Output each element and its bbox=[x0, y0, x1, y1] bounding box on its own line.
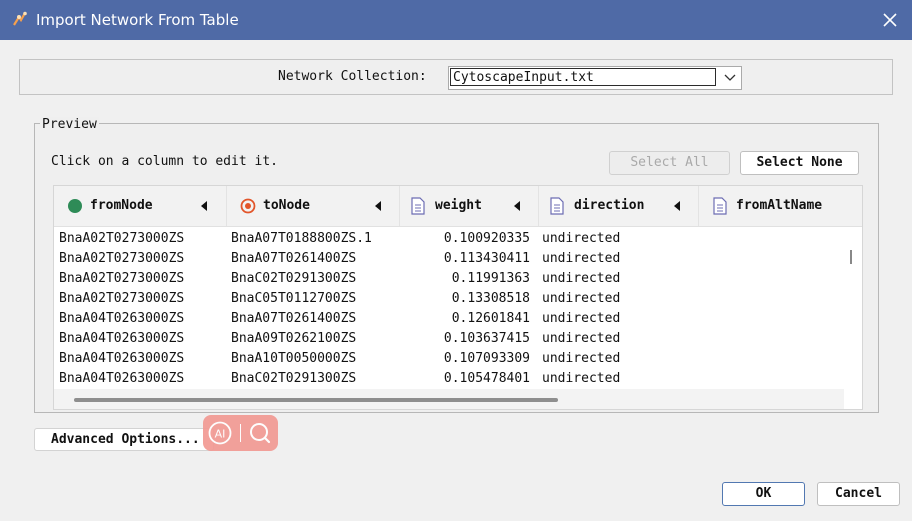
cell-fromnode: BnaA04T0263000ZS bbox=[59, 371, 185, 386]
target-node-icon bbox=[240, 198, 256, 214]
cell-weight: 0.100920335 bbox=[443, 231, 530, 246]
ai-assistant-icon[interactable]: AI bbox=[207, 420, 233, 446]
cell-tonode: BnaC05T0112700ZS bbox=[231, 291, 357, 306]
cell-tonode: BnaA07T0188800ZS.1 bbox=[231, 231, 372, 246]
cytoscape-logo-icon bbox=[13, 11, 27, 26]
cell-direction: undirected bbox=[542, 291, 621, 306]
column-header-label: toNode bbox=[263, 198, 310, 213]
select-none-button[interactable]: Select None bbox=[740, 151, 859, 175]
cell-direction: undirected bbox=[542, 251, 621, 266]
horizontal-scroll-thumb[interactable] bbox=[74, 398, 558, 402]
edge-attribute-icon bbox=[713, 197, 727, 215]
cell-weight: 0.113430411 bbox=[443, 251, 530, 266]
preview-table: fromNode toNode weight direction fromAlt… bbox=[53, 185, 863, 410]
toolbar-divider bbox=[240, 424, 241, 442]
edge-attribute-icon bbox=[411, 197, 425, 215]
cell-fromnode: BnaA02T0273000ZS bbox=[59, 231, 185, 246]
cell-direction: undirected bbox=[542, 311, 621, 326]
table-row: BnaA04T0263000ZS BnaC02T0291300ZS 0.1054… bbox=[54, 369, 844, 389]
cell-weight: 0.103637415 bbox=[443, 331, 530, 346]
cell-direction: undirected bbox=[542, 231, 621, 246]
ok-button[interactable]: OK bbox=[722, 482, 805, 506]
select-all-button[interactable]: Select All bbox=[609, 151, 730, 175]
cell-fromnode: BnaA04T0263000ZS bbox=[59, 311, 185, 326]
table-row: BnaA02T0273000ZS BnaC02T0291300ZS 0.1199… bbox=[54, 269, 844, 289]
column-header-label: fromNode bbox=[90, 198, 153, 213]
cell-direction: undirected bbox=[542, 351, 621, 366]
table-row: BnaA02T0273000ZS BnaC05T0112700ZS 0.1330… bbox=[54, 289, 844, 309]
column-header-label: weight bbox=[435, 198, 482, 213]
cell-fromnode: BnaA04T0263000ZS bbox=[59, 351, 185, 366]
table-row: BnaA04T0263000ZS BnaA09T0262100ZS 0.1036… bbox=[54, 329, 844, 349]
sort-arrow-icon[interactable] bbox=[375, 201, 381, 211]
cell-fromnode: BnaA02T0273000ZS bbox=[59, 291, 185, 306]
network-collection-value[interactable]: CytoscapeInput.txt bbox=[450, 68, 716, 86]
table-row: BnaA04T0263000ZS BnaA10T0050000ZS 0.1070… bbox=[54, 349, 844, 369]
cell-direction: undirected bbox=[542, 331, 621, 346]
cancel-button[interactable]: Cancel bbox=[817, 482, 900, 506]
cell-direction: undirected bbox=[542, 371, 621, 386]
cell-tonode: BnaA09T0262100ZS bbox=[231, 331, 357, 346]
cell-fromnode: BnaA04T0263000ZS bbox=[59, 331, 185, 346]
table-header: fromNode toNode weight direction fromAlt… bbox=[54, 186, 862, 227]
sort-arrow-icon[interactable] bbox=[674, 201, 680, 211]
column-header-weight[interactable]: weight bbox=[399, 186, 539, 226]
cell-tonode: BnaC02T0291300ZS bbox=[231, 371, 357, 386]
window-title: Import Network From Table bbox=[36, 11, 239, 29]
table-row: BnaA04T0263000ZS BnaA07T0261400ZS 0.1260… bbox=[54, 309, 844, 329]
network-collection-label: Network Collection: bbox=[278, 69, 427, 84]
source-node-icon bbox=[68, 199, 82, 213]
preview-legend: Preview bbox=[40, 117, 99, 132]
cell-fromnode: BnaA02T0273000ZS bbox=[59, 251, 185, 266]
floating-toolbar: AI bbox=[203, 415, 278, 451]
cell-weight: 0.11991363 bbox=[451, 271, 530, 286]
ai-label: AI bbox=[215, 428, 226, 441]
chevron-down-icon[interactable] bbox=[721, 70, 739, 86]
cell-weight: 0.13308518 bbox=[451, 291, 530, 306]
cell-tonode: BnaA07T0261400ZS bbox=[231, 311, 357, 326]
cell-direction: undirected bbox=[542, 271, 621, 286]
close-icon[interactable] bbox=[878, 8, 902, 32]
column-header-direction[interactable]: direction bbox=[538, 186, 699, 226]
network-collection-panel: Network Collection: CytoscapeInput.txt bbox=[19, 59, 893, 95]
cell-tonode: BnaA10T0050000ZS bbox=[231, 351, 357, 366]
column-header-tonode[interactable]: toNode bbox=[226, 186, 400, 226]
preview-hint: Click on a column to edit it. bbox=[51, 154, 278, 169]
vertical-scrollbar[interactable] bbox=[844, 227, 862, 389]
cell-tonode: BnaC02T0291300ZS bbox=[231, 271, 357, 286]
title-bar: Import Network From Table bbox=[0, 0, 912, 40]
table-row: BnaA02T0273000ZS BnaA07T0261400ZS 0.1134… bbox=[54, 249, 844, 269]
vertical-scroll-thumb[interactable] bbox=[850, 250, 852, 264]
table-row: BnaA02T0273000ZS BnaA07T0188800ZS.1 0.10… bbox=[54, 229, 844, 249]
advanced-options-button[interactable]: Advanced Options... bbox=[34, 428, 214, 451]
cell-weight: 0.107093309 bbox=[443, 351, 530, 366]
column-header-fromnode[interactable]: fromNode bbox=[54, 186, 227, 226]
horizontal-scrollbar[interactable] bbox=[54, 389, 844, 409]
sort-arrow-icon[interactable] bbox=[201, 201, 207, 211]
column-header-fromaltname[interactable]: fromAltName bbox=[698, 186, 862, 226]
search-icon[interactable] bbox=[247, 420, 273, 446]
cell-tonode: BnaA07T0261400ZS bbox=[231, 251, 357, 266]
column-header-label: direction bbox=[574, 198, 645, 213]
column-header-label: fromAltName bbox=[736, 198, 823, 213]
cell-weight: 0.12601841 bbox=[451, 311, 530, 326]
cell-fromnode: BnaA02T0273000ZS bbox=[59, 271, 185, 286]
edge-attribute-icon bbox=[550, 197, 564, 215]
network-collection-dropdown[interactable]: CytoscapeInput.txt bbox=[448, 66, 742, 90]
cell-weight: 0.105478401 bbox=[443, 371, 530, 386]
sort-arrow-icon[interactable] bbox=[514, 201, 520, 211]
